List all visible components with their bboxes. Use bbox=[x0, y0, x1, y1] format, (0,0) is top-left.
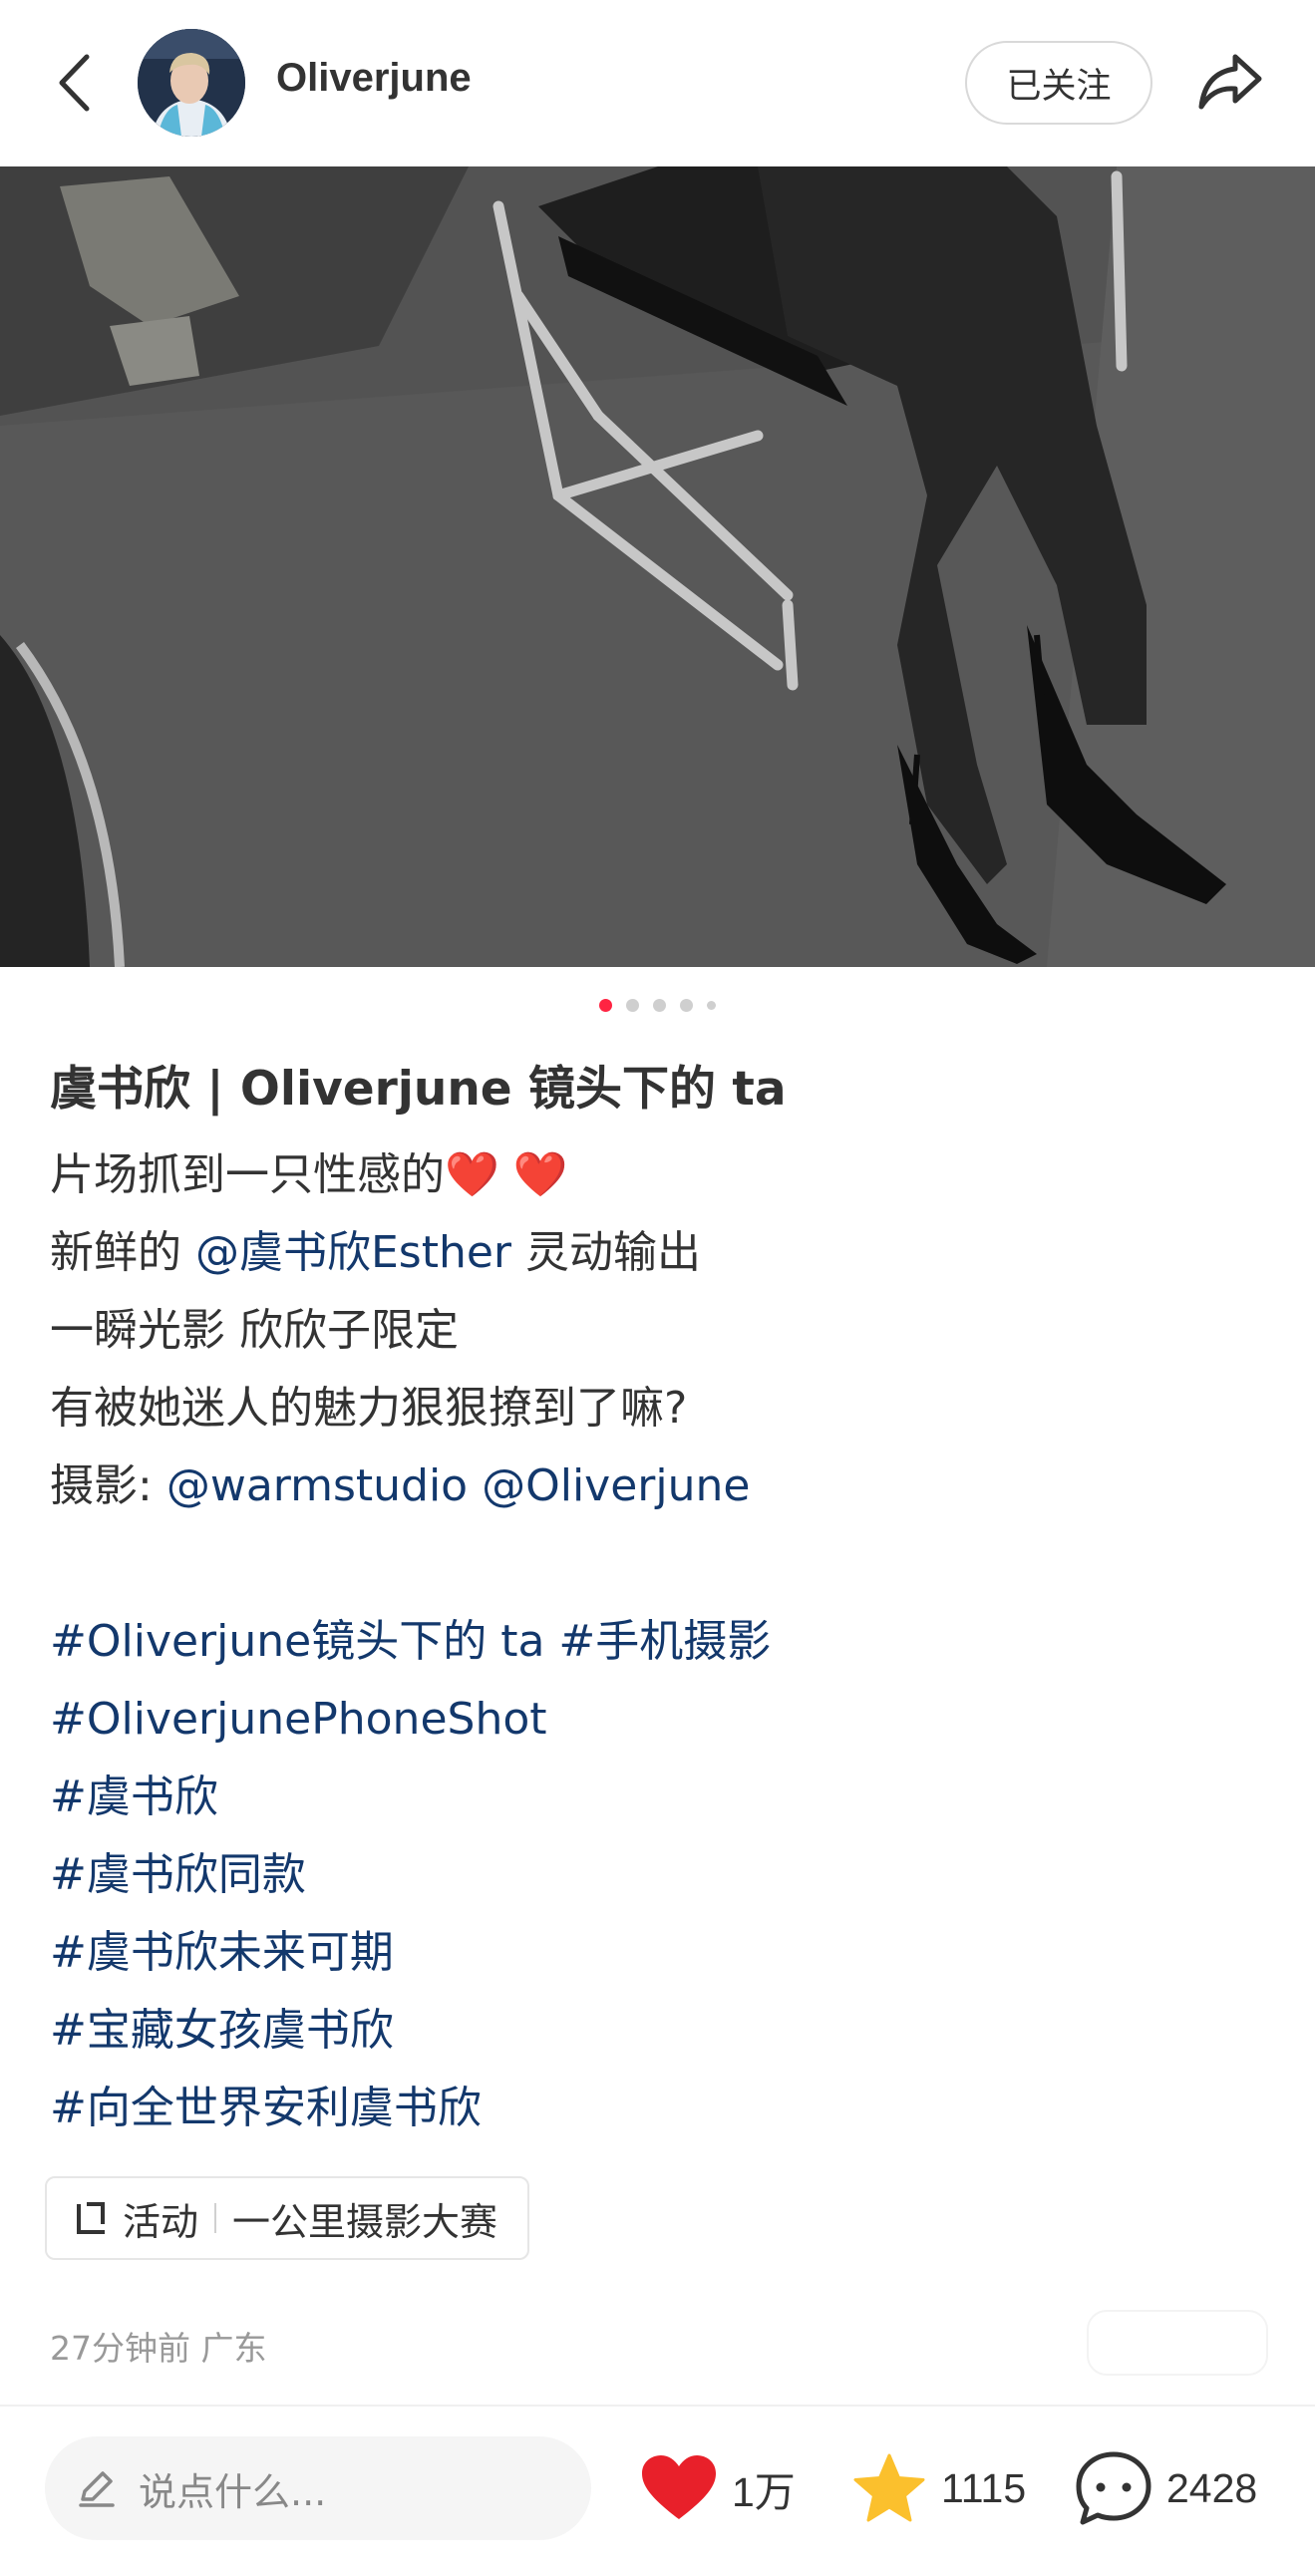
pen-icon bbox=[75, 2467, 117, 2509]
hashtag-link[interactable]: #虞书欣同款 bbox=[50, 1836, 771, 1914]
hashtag-link[interactable]: #OliverjunePhoneShot bbox=[50, 1681, 771, 1759]
like-count: 1万 bbox=[732, 2469, 796, 2515]
collect-button[interactable]: 1115 bbox=[851, 2447, 1026, 2529]
body-line: 有被她迷人的魅力狠狠撩到了嘛? bbox=[50, 1383, 688, 1434]
body-text: 摄影: bbox=[50, 1460, 153, 1511]
body-text: 灵动输出 bbox=[511, 1227, 702, 1278]
star-icon bbox=[853, 2453, 925, 2522]
divider bbox=[0, 2405, 1315, 2407]
comment-input[interactable]: 说点什么... bbox=[45, 2436, 591, 2540]
hashtag-link[interactable]: #Oliverjune镜头下的 ta bbox=[50, 1616, 544, 1667]
post-body: 片场抓到一只性感的❤️ ❤️ 新鲜的 @虞书欣Esther 灵动输出 一瞬光影 … bbox=[50, 1136, 771, 2147]
username[interactable]: Oliverjune bbox=[276, 56, 472, 101]
post-title: 虞书欣 | Oliverjune 镜头下的 ta bbox=[50, 1062, 787, 1117]
share-button[interactable] bbox=[1192, 44, 1268, 120]
back-button[interactable] bbox=[48, 48, 100, 118]
body-text: 新鲜的 bbox=[50, 1227, 195, 1278]
body-line: 一瞬光影 欣欣子限定 bbox=[50, 1305, 459, 1356]
mention-link[interactable]: @warmstudio bbox=[166, 1460, 468, 1511]
pagination-dot bbox=[599, 998, 612, 1012]
share-icon bbox=[1198, 54, 1262, 110]
hashtag-link[interactable]: #宝藏女孩虞书欣 bbox=[50, 1992, 771, 2070]
hashtag-link[interactable]: #虞书欣未来可期 bbox=[50, 1914, 771, 1992]
like-button[interactable]: 1万 bbox=[640, 2447, 796, 2529]
body-line: 新鲜的 @虞书欣Esther 灵动输出 bbox=[50, 1214, 771, 1292]
pagination-dot bbox=[653, 998, 666, 1012]
body-text: 片场抓到一只性感的 bbox=[50, 1149, 445, 1200]
comment-count: 2428 bbox=[1166, 2464, 1258, 2511]
activity-separator bbox=[214, 2203, 217, 2233]
body-line: 摄影: @warmstudio @Oliverjune bbox=[50, 1448, 771, 1525]
mention-link[interactable]: @Oliverjune bbox=[482, 1460, 750, 1511]
pagination-dot bbox=[626, 998, 639, 1012]
collect-count: 1115 bbox=[941, 2464, 1027, 2511]
faded-button bbox=[1087, 2310, 1268, 2376]
comment-button[interactable]: 2428 bbox=[1075, 2447, 1257, 2529]
pagination-dot bbox=[707, 1000, 716, 1010]
hashtag-link[interactable]: #虞书欣 bbox=[50, 1759, 771, 1836]
post-time-location: 27分钟前 广东 bbox=[50, 2329, 267, 2368]
comment-icon bbox=[1076, 2451, 1151, 2525]
activity-icon bbox=[73, 2200, 109, 2236]
body-line: #Oliverjune镜头下的 ta #手机摄影 bbox=[50, 1603, 771, 1681]
pagination-dot bbox=[680, 998, 693, 1012]
top-bar: Oliverjune 已关注 bbox=[0, 0, 1315, 166]
hashtag-link[interactable]: #手机摄影 bbox=[558, 1616, 771, 1667]
follow-button[interactable]: 已关注 bbox=[965, 41, 1152, 125]
back-arrow-icon bbox=[59, 54, 90, 112]
heart-emoji: ❤️ ❤️ bbox=[445, 1149, 568, 1200]
hashtag-link[interactable]: #向全世界安利虞书欣 bbox=[50, 2070, 771, 2147]
activity-label: 活动 bbox=[123, 2199, 199, 2244]
heart-icon bbox=[642, 2455, 716, 2519]
activity-name: 一公里摄影大赛 bbox=[232, 2199, 498, 2244]
comment-placeholder: 说点什么... bbox=[139, 2469, 327, 2514]
activity-chip[interactable]: 活动 一公里摄影大赛 bbox=[45, 2176, 530, 2260]
image-pagination bbox=[0, 995, 1315, 1015]
body-line: 片场抓到一只性感的❤️ ❤️ bbox=[50, 1136, 771, 1214]
mention-link[interactable]: @虞书欣Esther bbox=[195, 1227, 511, 1278]
post-image[interactable] bbox=[0, 166, 1315, 967]
avatar[interactable] bbox=[138, 29, 245, 137]
